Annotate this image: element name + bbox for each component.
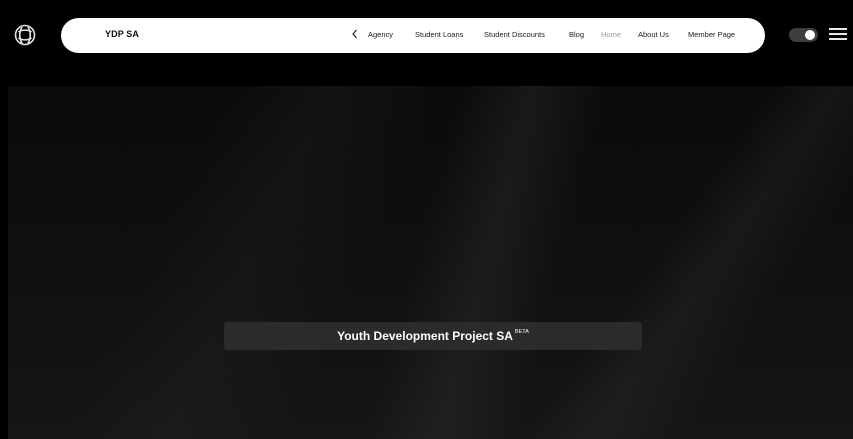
website-screen: YDP SA Agency Student Loans Student Disc…	[0, 0, 853, 439]
beta-badge: BETA	[514, 329, 529, 335]
chevron-left-icon[interactable]	[350, 27, 360, 41]
menu-line-top	[829, 28, 847, 30]
nav-item-about-us[interactable]: About Us	[638, 29, 669, 41]
nav-item-student-loans[interactable]: Student Loans	[415, 29, 463, 41]
nav-item-home[interactable]: Home	[601, 29, 621, 41]
nav-item-agency[interactable]: Agency	[368, 29, 393, 41]
globe-logo-graphic	[14, 24, 36, 46]
nav-item-blog[interactable]: Blog	[569, 29, 584, 41]
left-edge	[0, 86, 8, 439]
hamburger-menu-icon[interactable]	[829, 27, 847, 41]
hero-light-glint	[8, 86, 853, 439]
hero-title-banner: Youth Development Project SA BETA	[224, 322, 642, 350]
hero-background	[8, 86, 853, 439]
hero-title-text: Youth Development Project SA	[337, 329, 513, 343]
toggle-switch-icon[interactable]	[789, 28, 818, 42]
toggle-knob	[805, 30, 815, 40]
nav-item-student-discounts[interactable]: Student Discounts	[484, 29, 545, 41]
menu-line-middle	[829, 33, 847, 35]
hero-title: Youth Development Project SA BETA	[337, 329, 529, 343]
chevron-left-graphic	[352, 29, 357, 39]
menu-line-bottom	[829, 38, 847, 40]
globe-logo-icon[interactable]	[14, 24, 36, 46]
nav-item-member-page[interactable]: Member Page	[688, 29, 735, 41]
navigation-bar: YDP SA Agency Student Loans Student Disc…	[61, 18, 765, 53]
brand-name[interactable]: YDP SA	[105, 29, 139, 39]
